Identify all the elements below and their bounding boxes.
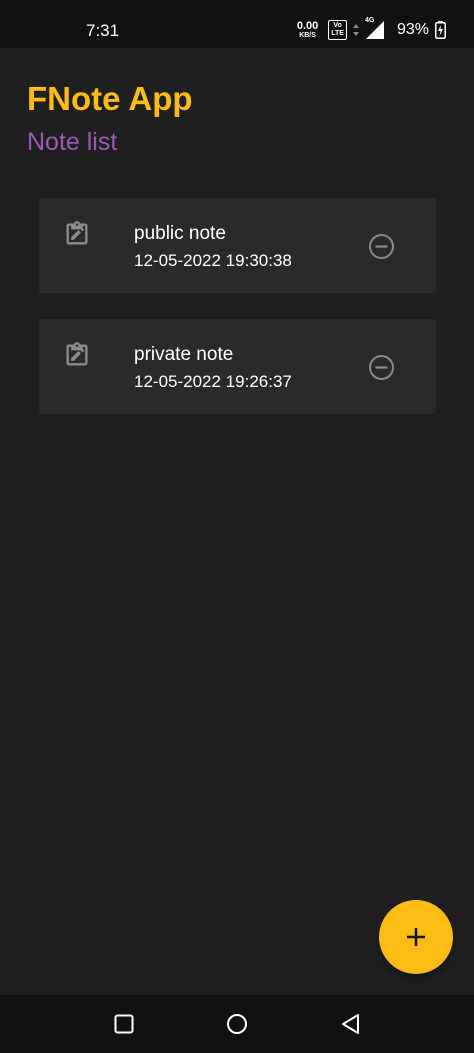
remove-note-button[interactable] bbox=[368, 233, 395, 260]
app-title: FNote App bbox=[27, 80, 193, 117]
page-subtitle: Note list bbox=[27, 128, 118, 156]
note-date: 12-05-2022 19:30:38 bbox=[134, 251, 292, 270]
data-arrows-icon bbox=[352, 24, 359, 36]
back-button[interactable] bbox=[339, 1012, 363, 1036]
volte-icon: Vo LTE bbox=[328, 20, 347, 40]
network-speed-value: 0.00 bbox=[296, 20, 319, 32]
signal-icon: 4G bbox=[365, 17, 385, 40]
note-title: public note bbox=[134, 223, 226, 244]
status-time: 7:31 bbox=[86, 21, 120, 40]
recents-button[interactable] bbox=[112, 1012, 136, 1036]
plus-icon bbox=[407, 928, 425, 946]
remove-note-button[interactable] bbox=[368, 354, 395, 381]
network-speed-unit: KB/S bbox=[299, 32, 316, 39]
volte-top: Vo bbox=[333, 22, 342, 29]
network-speed: 0.00 KB/S bbox=[296, 20, 319, 40]
note-title: private note bbox=[134, 344, 234, 365]
status-bar: 7:31 0.00 KB/S Vo LTE 4G 93% bbox=[0, 0, 474, 48]
note-card[interactable]: public note 12-05-2022 19:30:38 bbox=[39, 198, 436, 293]
battery-charging-icon bbox=[435, 21, 446, 39]
system-nav-bar bbox=[0, 995, 474, 1053]
status-icons: 0.00 KB/S Vo LTE 4G 93% bbox=[296, 17, 446, 40]
note-date: 12-05-2022 19:26:37 bbox=[134, 372, 292, 391]
battery-percent: 93% bbox=[396, 21, 429, 38]
home-button[interactable] bbox=[225, 1012, 249, 1036]
note-card[interactable]: private note 12-05-2022 19:26:37 bbox=[39, 319, 436, 414]
add-note-button[interactable] bbox=[379, 900, 453, 974]
clipboard-edit-icon bbox=[66, 221, 88, 245]
clipboard-edit-icon bbox=[66, 342, 88, 366]
volte-bottom: LTE bbox=[331, 30, 344, 37]
